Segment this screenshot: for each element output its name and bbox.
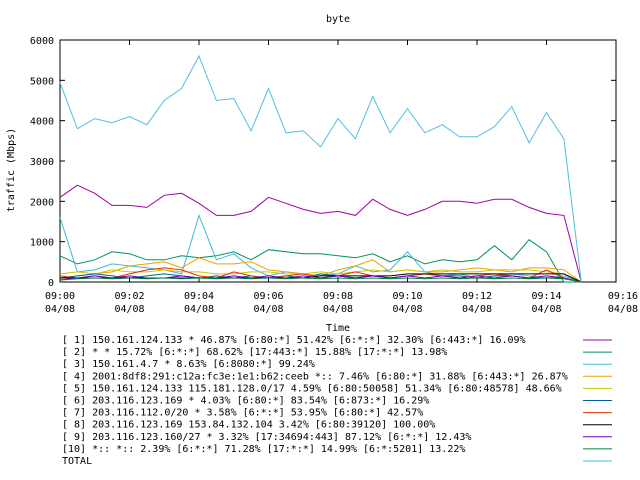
y-axis-ticks: 0 1000 2000 3000 4000 5000 6000 (30, 36, 616, 289)
x-axis-label: Time (326, 323, 350, 334)
x-tick-date: 04/08 (184, 304, 214, 315)
series-lines (59, 54, 582, 283)
x-tick-time: 09:16 (608, 291, 638, 302)
legend-label: [ 8] 203.116.123.169 153.84.132.104 3.42… (62, 420, 435, 431)
legend-label: TOTAL (62, 456, 92, 467)
y-tick-label: 4000 (30, 117, 54, 128)
x-tick-date: 04/08 (323, 304, 353, 315)
series-line-11 (59, 54, 582, 283)
x-tick-time: 09:14 (531, 291, 561, 302)
series-line-1 (59, 184, 582, 283)
x-tick-time: 09:12 (462, 291, 492, 302)
legend-label: [ 4] 2001:8df8:291:c12a:fc3e:1e1:b62:cee… (62, 371, 568, 382)
y-tick-label: 6000 (30, 36, 54, 47)
legend-label: [ 7] 203.116.112.0/20 * 3.58% [6:*:*] 53… (62, 408, 423, 419)
y-tick-label: 0 (48, 278, 54, 289)
legend-label: [ 6] 203.116.123.169 * 4.03% [6:80:*] 83… (62, 396, 429, 407)
plot-area (59, 39, 617, 283)
x-tick-time: 09:00 (45, 291, 75, 302)
x-tick-time: 09:08 (323, 291, 353, 302)
legend-label: [ 9] 203.116.123.160/27 * 3.32% [17:3469… (62, 432, 471, 443)
x-tick-time: 09:02 (114, 291, 144, 302)
y-tick-label: 1000 (30, 238, 54, 249)
chart-title: byte (326, 14, 350, 25)
x-tick-date: 04/08 (608, 304, 638, 315)
x-tick-date: 04/08 (45, 304, 75, 315)
series-line-10 (59, 277, 582, 283)
line-chart: byte traffic (Mbps) Time 0 1000 2000 3000 40… (6, 14, 638, 467)
legend-label: [ 1] 150.161.124.133 * 46.87% [6:80:*] 5… (62, 335, 526, 346)
legend-label: [10] *:: *:: 2.39% [6:*:*] 71.28% [17:*:… (62, 444, 465, 455)
y-tick-label: 3000 (30, 157, 54, 168)
y-axis-label: traffic (Mbps) (6, 128, 17, 212)
x-tick-date: 04/08 (114, 304, 144, 315)
x-tick-date: 04/08 (462, 304, 492, 315)
legend-label: [ 2] * * 15.72% [6:*:*] 68.62% [17:443:*… (62, 347, 447, 358)
legend-label: [ 5] 150.161.124.133 115.181.128.0/17 4.… (62, 383, 562, 394)
y-tick-label: 2000 (30, 197, 54, 208)
legend: [ 1] 150.161.124.133 * 46.87% [6:80:*] 5… (62, 335, 612, 467)
x-tick-date: 04/08 (531, 304, 561, 315)
x-tick-date: 04/08 (253, 304, 283, 315)
y-tick-label: 5000 (30, 76, 54, 87)
x-tick-time: 09:10 (392, 291, 422, 302)
x-tick-time: 09:04 (184, 291, 214, 302)
legend-label: [ 3] 150.161.4.7 * 8.63% [6:8080:*] 99.2… (62, 359, 315, 370)
x-tick-time: 09:06 (253, 291, 283, 302)
x-tick-date: 04/08 (392, 304, 422, 315)
